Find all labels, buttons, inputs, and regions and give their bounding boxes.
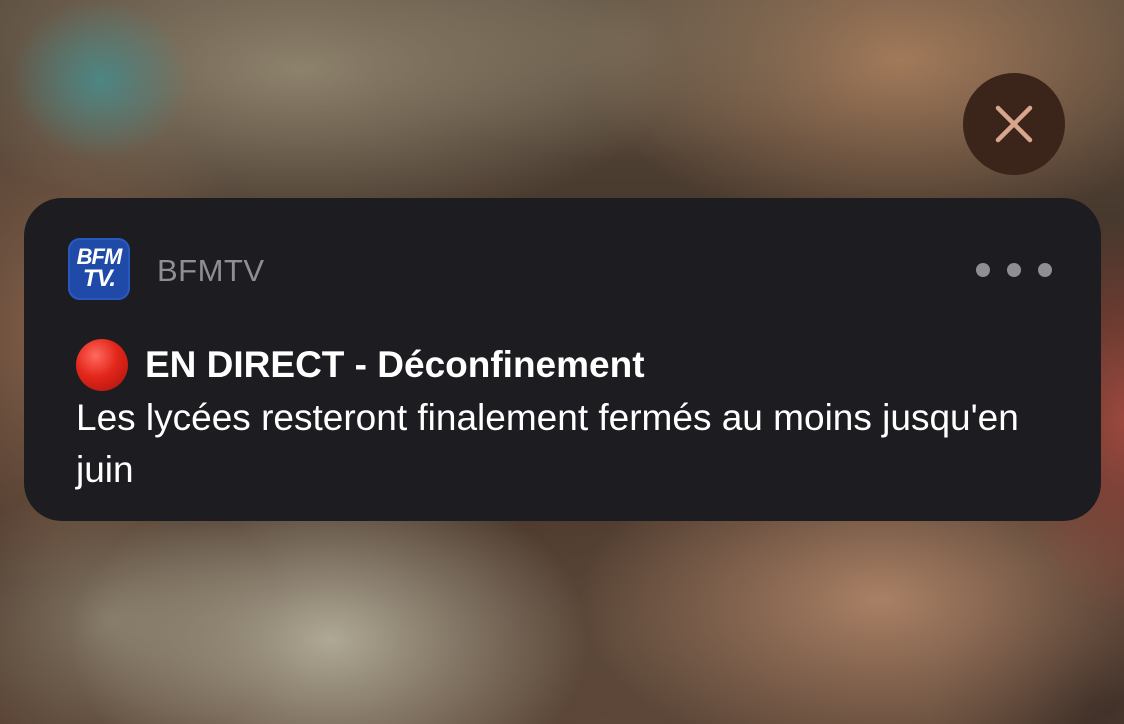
close-icon bbox=[994, 104, 1034, 144]
red-circle-icon bbox=[76, 339, 128, 391]
ellipsis-icon-dot bbox=[1038, 263, 1052, 277]
bfmtv-app-icon: BFM TV. bbox=[68, 238, 130, 300]
notification-title: EN DIRECT - Déconfinement bbox=[145, 344, 645, 385]
notification-card[interactable]: BFM TV. BFMTV EN DIRECT - Déconfinement … bbox=[24, 198, 1101, 521]
lock-screen: BFM TV. BFMTV EN DIRECT - Déconfinement … bbox=[0, 0, 1124, 724]
more-options-button[interactable] bbox=[976, 260, 1052, 280]
ellipsis-icon-dot bbox=[976, 263, 990, 277]
close-button[interactable] bbox=[963, 73, 1065, 175]
app-name: BFMTV bbox=[157, 253, 265, 288]
notification-body: Les lycées resteront finalement fermés a… bbox=[76, 397, 1019, 490]
notification-title-row: EN DIRECT - Déconfinement bbox=[76, 339, 645, 391]
app-icon-logo-line2: TV. bbox=[82, 265, 116, 292]
ellipsis-icon-dot bbox=[1007, 263, 1021, 277]
